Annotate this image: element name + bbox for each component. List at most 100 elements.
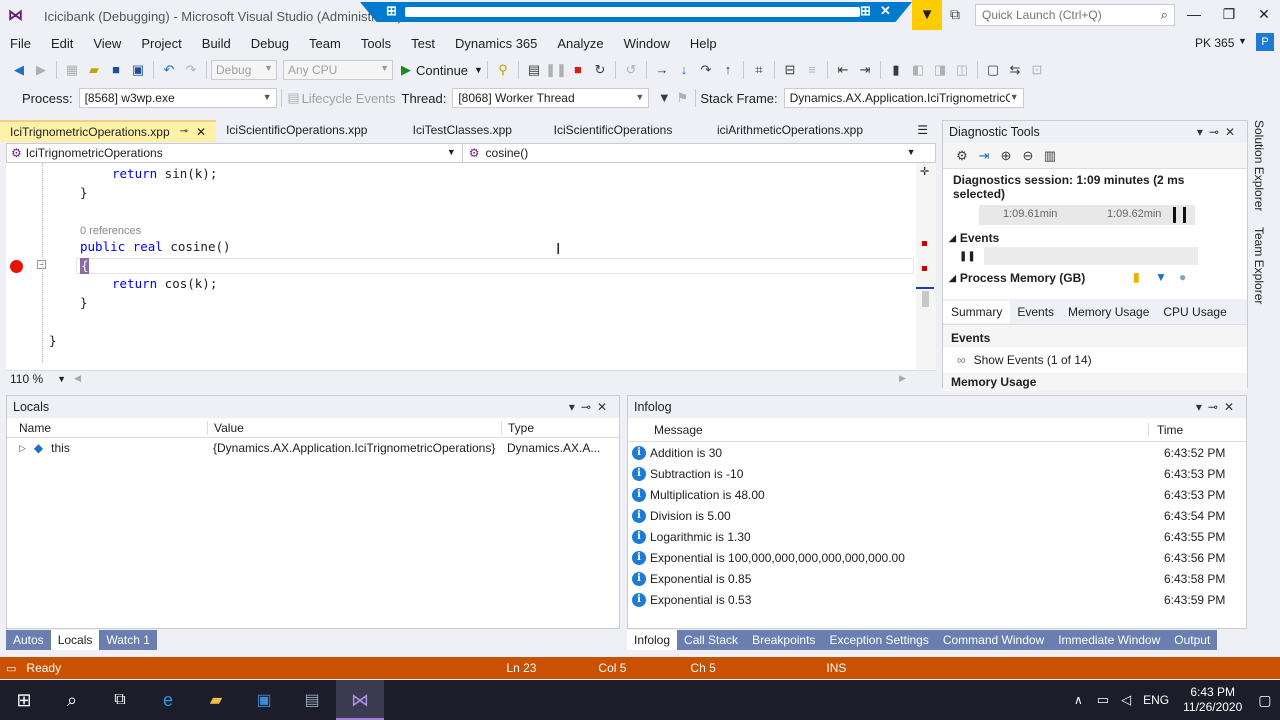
window-close-button[interactable]: ✕	[1250, 4, 1278, 26]
tab-close-icon[interactable]: ✕	[196, 122, 206, 142]
menu-build[interactable]: Build	[192, 36, 241, 51]
feedback-filter-icon[interactable]: ▼	[912, 0, 942, 30]
hot-reload-icon[interactable]: ↺	[620, 59, 642, 81]
export-icon[interactable]: ⇥	[973, 145, 995, 167]
zoom-level[interactable]: 110 %	[10, 372, 43, 386]
column-type[interactable]: Type	[501, 420, 534, 435]
tab-events[interactable]: Events	[1010, 302, 1061, 322]
thread-select[interactable]: [8068] Worker Thread ▼	[452, 88, 650, 108]
menu-view[interactable]: View	[83, 36, 131, 51]
split-icon[interactable]: ✛	[920, 165, 929, 178]
events-timeline[interactable]	[983, 247, 1198, 265]
scroll-left-icon[interactable]: ◀	[74, 373, 81, 384]
menu-analyze[interactable]: Analyze	[547, 36, 613, 51]
action-center-icon[interactable]: ▢	[1258, 692, 1271, 709]
tab-icitestclasses[interactable]: IciTestClasses.xpp	[403, 120, 544, 142]
column-value[interactable]: Value	[207, 420, 501, 435]
menu-test[interactable]: Test	[401, 36, 445, 51]
stop-debugging-icon[interactable]: ■	[567, 59, 589, 81]
step-out-icon[interactable]: ↑	[717, 59, 739, 81]
network-app-icon[interactable]: ▤	[288, 690, 336, 710]
tab-team-explorer[interactable]: Team Explorer	[1252, 227, 1266, 304]
menu-dynamics-365[interactable]: Dynamics 365	[445, 36, 547, 51]
format-selection-icon[interactable]: ⊟	[779, 59, 801, 81]
close-icon[interactable]: ✕	[880, 3, 891, 19]
step-into-icon[interactable]: ↓	[673, 59, 695, 81]
avatar[interactable]: P	[1256, 33, 1274, 51]
list-item[interactable]: i Addition is 30 6:43:52 PM	[628, 442, 1246, 463]
quick-launch-input[interactable]: Quick Launch (Ctrl+Q) ⌕	[975, 4, 1175, 26]
tab-icitrignometricoperations[interactable]: IciTrignometricOperations.xpp ⊸ ✕	[0, 120, 217, 142]
list-item[interactable]: i Exponential is 0.53 6:43:59 PM	[628, 589, 1246, 610]
comment-icon[interactable]: ≡	[801, 59, 823, 81]
tab-breakpoints[interactable]: Breakpoints	[745, 630, 823, 650]
tab-call-stack[interactable]: Call Stack	[677, 630, 746, 650]
minimize-button[interactable]: —	[1180, 4, 1208, 26]
zoom-in-icon[interactable]: ⊕	[995, 145, 1017, 167]
menu-team[interactable]: Team	[299, 36, 351, 51]
indent-icon[interactable]: ⇥	[854, 59, 876, 81]
windows-icon[interactable]: ▤	[523, 59, 545, 81]
flag-thread-icon[interactable]: ⚑	[673, 87, 691, 109]
next-bookmark-icon[interactable]: ◨	[929, 59, 951, 81]
pin-icon[interactable]: ⊸	[180, 122, 188, 142]
menu-edit[interactable]: Edit	[41, 36, 83, 51]
tab-immediate-window[interactable]: Immediate Window	[1051, 630, 1168, 650]
step-over-icon[interactable]: ↷	[695, 59, 717, 81]
tray-overflow-icon[interactable]: ∧	[1074, 693, 1083, 707]
pause-icon[interactable]: ❚❚	[959, 251, 976, 262]
member-navigator[interactable]: cosine() ▼	[486, 146, 916, 160]
search-icon[interactable]: ⌕	[1161, 7, 1168, 23]
tab-iciscientificoperations[interactable]: IciScientificOperations	[544, 120, 707, 142]
server-manager-icon[interactable]: ▣	[240, 690, 288, 710]
events-section[interactable]: ◢ Events	[943, 225, 1247, 245]
bookmark-icon[interactable]: ▮	[885, 59, 907, 81]
lifecycle-events-label[interactable]: Lifecycle Events	[302, 91, 396, 106]
hex-display-icon[interactable]: ⌗	[748, 59, 770, 81]
notification-icon[interactable]: ▭	[6, 662, 16, 675]
list-item[interactable]: i Exponential is 100,000,000,000,000,000,…	[628, 547, 1246, 568]
back-icon[interactable]: ◀	[8, 59, 30, 81]
tab-output[interactable]: Output	[1167, 630, 1218, 650]
tab-iciscientificoperations-xpp[interactable]: IciScientificOperations.xpp	[216, 120, 403, 142]
edge-browser-icon[interactable]: e	[144, 690, 192, 711]
list-item[interactable]: i Subtraction is -10 6:43:53 PM	[628, 463, 1246, 484]
tab-memory-usage[interactable]: Memory Usage	[1061, 302, 1156, 322]
file-explorer-icon[interactable]: ▰	[192, 690, 240, 710]
previous-bookmark-icon[interactable]: ◧	[907, 59, 929, 81]
process-memory-section[interactable]: ◢ Process Memory (GB) ▮ ▼ ●	[943, 265, 1247, 285]
new-item-icon[interactable]: ▢	[982, 59, 1004, 81]
save-all-icon[interactable]: ▣	[127, 59, 149, 81]
code-lens-references[interactable]: 0 references	[80, 225, 141, 237]
tab-autos[interactable]: Autos	[6, 630, 51, 650]
stack-frame-select[interactable]: Dynamics.AX.Application.IciTrignometricO…	[783, 88, 1024, 108]
break-all-icon[interactable]: ❚❚	[545, 59, 567, 81]
panel-controls[interactable]: ▾⊸✕	[1196, 396, 1240, 418]
visual-studio-taskbar-icon[interactable]: ⋈	[336, 680, 384, 720]
clear-bookmarks-icon[interactable]: ◫	[951, 59, 973, 81]
tab-locals[interactable]: Locals	[50, 630, 100, 650]
search-icon[interactable]: ⌕	[48, 690, 96, 711]
live-share-icon[interactable]: ⧉	[950, 6, 960, 23]
synchronize-icon[interactable]: ⇆	[1004, 59, 1026, 81]
collapse-icon[interactable]: −	[37, 260, 46, 269]
list-item[interactable]: i Exponential is 0.85 6:43:58 PM	[628, 568, 1246, 589]
panel-controls[interactable]: ▾⊸✕	[1197, 121, 1241, 143]
restart-icon[interactable]: ↻	[589, 59, 611, 81]
user-name[interactable]: PK 365	[1195, 36, 1234, 50]
tab-command-window[interactable]: Command Window	[935, 630, 1052, 650]
menu-file[interactable]: File	[0, 36, 41, 51]
menu-debug[interactable]: Debug	[241, 36, 299, 51]
tab-summary[interactable]: Summary	[943, 300, 1011, 323]
process-select[interactable]: [8568] w3wp.exe ▼	[78, 88, 277, 108]
list-item[interactable]: i Logarithmic is 1.30 6:43:55 PM	[628, 526, 1246, 547]
user-dropdown-icon[interactable]: ▼	[1238, 36, 1247, 46]
new-project-icon[interactable]: ▦	[61, 59, 83, 81]
tab-watch-1[interactable]: Watch 1	[99, 630, 157, 650]
tab-solution-explorer[interactable]: Solution Explorer	[1252, 120, 1266, 211]
chevron-down-icon[interactable]: ▼	[57, 374, 66, 384]
volume-icon[interactable]: ◁	[1121, 692, 1131, 708]
menu-tools[interactable]: Tools	[351, 36, 401, 51]
solution-configuration-select[interactable]: Debug ▼	[211, 60, 277, 80]
deploy-icon[interactable]: ⊡	[1026, 59, 1048, 81]
